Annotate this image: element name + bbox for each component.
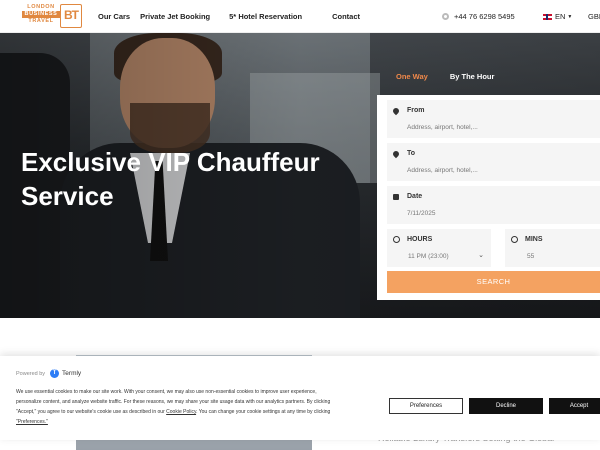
preferences-link[interactable]: "Preferences." <box>16 419 48 425</box>
tab-one-way[interactable]: One Way <box>396 72 428 81</box>
from-label: From <box>391 106 425 115</box>
chevron-down-icon: ▼ <box>567 13 573 20</box>
logo-line-2: BUSINESS <box>22 11 60 18</box>
mins-select[interactable]: 55 <box>527 253 534 260</box>
hero-title: Exclusive VIP Chauffeur Service <box>21 147 320 211</box>
from-input[interactable]: Address, airport, hotel,... <box>407 124 478 131</box>
booking-tabs: One Way By The Hour <box>396 72 494 81</box>
to-input[interactable]: Address, airport, hotel,... <box>407 167 478 174</box>
phone-icon <box>442 13 449 20</box>
powered-by-text: Powered by <box>16 370 46 377</box>
date-label: Date <box>393 193 422 200</box>
cookie-text-line-3: "Accept," you agree to our website's coo… <box>16 407 381 417</box>
chevron-down-icon: ⌄ <box>478 252 484 259</box>
nav-hotel-reservation[interactable]: 5* Hotel Reservation <box>229 12 302 21</box>
logo-wordmark: LONDON BUSINESS TRAVEL <box>22 4 60 25</box>
to-label-text: To <box>407 150 416 157</box>
nav-contact[interactable]: Contact <box>332 12 360 21</box>
nav-our-cars[interactable]: Our Cars <box>98 12 130 21</box>
language-label: EN <box>555 12 566 21</box>
preferences-button[interactable]: Preferences <box>389 398 463 414</box>
cookie-notice-text: We use essential cookies to make our sit… <box>16 387 381 427</box>
to-field[interactable]: To Address, airport, hotel,... <box>387 143 600 181</box>
tab-by-the-hour[interactable]: By The Hour <box>450 72 495 81</box>
clock-icon <box>511 236 518 243</box>
cookie-text-line-1: We use essential cookies to make our sit… <box>16 389 317 395</box>
mins-label: MINS <box>511 236 543 243</box>
termly-brand: Termly <box>62 370 82 377</box>
booking-form: From Address, airport, hotel,... To Addr… <box>377 95 600 300</box>
uk-flag-icon <box>543 13 552 20</box>
date-input[interactable]: 7/11/2025 <box>407 210 435 217</box>
cookie-text-line-2: personalize content, and analyze website… <box>16 399 331 405</box>
phone-link[interactable]: +44 76 6298 5495 <box>442 12 515 21</box>
hours-label: HOURS <box>393 236 432 243</box>
location-pin-icon <box>391 149 401 158</box>
cookie-text-4: . You can change your cookie settings at… <box>196 409 331 415</box>
termly-logo-icon: T <box>50 369 60 378</box>
hours-select[interactable]: 11 PM (23:00) <box>408 253 449 260</box>
cookie-text-3: "Accept," you agree to our website's coo… <box>16 409 165 415</box>
logo-mark: BT <box>60 4 82 28</box>
site-logo[interactable]: LONDON BUSINESS TRAVEL BT <box>22 4 84 30</box>
language-selector[interactable]: EN ▼ <box>543 12 572 21</box>
hours-field[interactable]: HOURS 11 PM (23:00) ⌄ <box>387 229 491 267</box>
mins-field[interactable]: MINS 55 <box>505 229 600 267</box>
date-field[interactable]: Date 7/11/2025 <box>387 186 600 224</box>
mins-label-text: MINS <box>525 236 543 243</box>
search-button[interactable]: SEARCH <box>387 271 600 293</box>
accept-button[interactable]: Accept <box>549 398 600 414</box>
currency-selector[interactable]: GBP <box>588 12 600 21</box>
cookie-text-line-4: "Preferences." <box>16 417 381 427</box>
to-label: To <box>391 149 416 158</box>
decline-button[interactable]: Decline <box>469 398 543 414</box>
cookie-policy-link[interactable]: Cookie Policy <box>166 409 196 415</box>
from-field[interactable]: From Address, airport, hotel,... <box>387 100 600 138</box>
date-label-text: Date <box>407 193 423 200</box>
powered-by-termly: Powered by T Termly <box>16 369 81 378</box>
phone-number: +44 76 6298 5495 <box>454 12 515 21</box>
logo-line-1: LONDON <box>27 4 55 10</box>
hours-label-text: HOURS <box>407 236 433 243</box>
location-pin-icon <box>391 106 401 115</box>
site-header: LONDON BUSINESS TRAVEL BT Our Cars Priva… <box>0 0 600 33</box>
main-nav: Our Cars Private Jet Booking 5* Hotel Re… <box>98 12 360 21</box>
logo-line-3: TRAVEL <box>28 18 54 24</box>
nav-private-jet-booking[interactable]: Private Jet Booking <box>140 12 210 21</box>
calendar-icon <box>393 193 399 200</box>
clock-icon <box>393 236 400 243</box>
from-label-text: From <box>407 107 425 114</box>
